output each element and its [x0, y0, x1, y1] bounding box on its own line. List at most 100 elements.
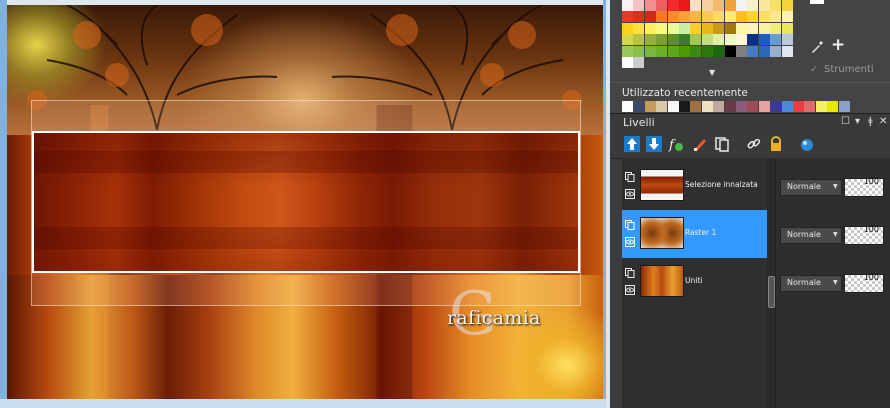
palette-swatch[interactable] — [770, 0, 782, 11]
layer-row-uniti[interactable]: Uniti — [622, 258, 768, 306]
palette-swatch[interactable] — [724, 45, 736, 57]
palette-swatch[interactable] — [690, 45, 702, 57]
palette-swatch[interactable] — [644, 45, 656, 57]
palette-swatch[interactable] — [701, 22, 713, 34]
maximize-icon[interactable]: ☐ — [841, 116, 850, 128]
palette-swatch[interactable] — [724, 34, 736, 46]
palette-swatch[interactable] — [679, 0, 690, 11]
palette-swatch[interactable] — [622, 0, 633, 11]
recent-color-swatch[interactable] — [701, 101, 713, 112]
palette-swatch[interactable] — [667, 11, 679, 23]
palette-swatch[interactable] — [781, 34, 793, 46]
effects-layer-icon[interactable]: f — [668, 136, 684, 152]
palette-swatch[interactable] — [758, 34, 770, 46]
recent-color-swatch[interactable] — [667, 101, 679, 112]
palette-swatch[interactable] — [724, 11, 736, 23]
palette-swatch[interactable] — [644, 11, 656, 23]
palette-swatch[interactable] — [747, 22, 759, 34]
palette-swatch[interactable] — [644, 22, 656, 34]
palette-swatch[interactable] — [656, 45, 668, 57]
layer-row-selezione-innalzata[interactable]: Selezione innalzata — [622, 162, 768, 210]
opacity-field[interactable]: 100 — [844, 177, 884, 197]
lock-icon[interactable] — [768, 136, 784, 152]
eyedropper-icon[interactable] — [810, 40, 824, 54]
palette-swatch[interactable] — [690, 34, 702, 46]
recent-color-swatch[interactable] — [758, 101, 770, 112]
palette-swatch[interactable] — [633, 11, 645, 23]
eye-icon[interactable] — [625, 189, 635, 199]
blend-mode-dropdown[interactable]: ▼ — [832, 227, 842, 244]
palette-swatch[interactable] — [633, 57, 645, 68]
recent-color-swatch[interactable] — [679, 101, 690, 112]
palette-swatch[interactable] — [690, 11, 702, 23]
palette-swatch[interactable] — [667, 45, 679, 57]
palette-swatch[interactable] — [736, 45, 747, 57]
palette-swatch[interactable] — [736, 11, 747, 23]
palette-swatch[interactable] — [724, 22, 736, 34]
image-canvas[interactable]: G raficamia — [7, 5, 603, 399]
palette-swatch[interactable] — [656, 0, 668, 11]
palette-swatch[interactable] — [713, 34, 725, 46]
palette-swatch[interactable] — [622, 11, 633, 23]
add-swatch-icon[interactable]: + — [831, 37, 845, 54]
palette-swatch[interactable] — [736, 22, 747, 34]
recent-color-swatch[interactable] — [622, 101, 633, 112]
palette-swatch[interactable] — [656, 22, 668, 34]
recent-color-swatch[interactable] — [781, 101, 793, 112]
palette-swatch[interactable] — [736, 34, 747, 46]
palette-swatch[interactable] — [622, 45, 633, 57]
palette-swatch[interactable] — [701, 45, 713, 57]
blend-mode-select[interactable]: Normale — [780, 275, 834, 292]
palette-swatch[interactable] — [713, 0, 725, 11]
palette-swatch[interactable] — [679, 11, 690, 23]
palette-swatch[interactable] — [724, 0, 736, 11]
palette-swatch[interactable] — [747, 11, 759, 23]
palette-swatch[interactable] — [781, 0, 793, 11]
palette-swatch[interactable] — [644, 0, 656, 11]
palette-swatch[interactable] — [770, 22, 782, 34]
palette-swatch[interactable] — [679, 22, 690, 34]
palette-swatch[interactable] — [713, 22, 725, 34]
palette-swatch[interactable] — [747, 0, 759, 11]
palette-swatch[interactable] — [644, 34, 656, 46]
palette-swatch[interactable] — [781, 11, 793, 23]
mask-brush-icon[interactable] — [692, 136, 708, 152]
panel-menu-icon[interactable]: ▾ — [855, 116, 860, 128]
palette-swatch[interactable] — [781, 22, 793, 34]
layer-properties-icon[interactable] — [799, 136, 815, 152]
palette-swatch[interactable] — [770, 11, 782, 23]
palette-swatch[interactable] — [656, 11, 668, 23]
recent-color-swatch[interactable] — [838, 101, 850, 112]
palette-swatch[interactable] — [713, 11, 725, 23]
recent-color-swatch[interactable] — [690, 101, 702, 112]
palette-swatch[interactable] — [758, 11, 770, 23]
recent-color-swatch[interactable] — [656, 101, 668, 112]
close-icon[interactable]: ✕ — [879, 116, 887, 128]
palette-swatch[interactable] — [622, 57, 633, 68]
palette-swatch[interactable] — [701, 34, 713, 46]
strumenti-checkbox[interactable]: ✓ — [810, 64, 821, 75]
palette-swatch[interactable] — [701, 11, 713, 23]
palette-swatch[interactable] — [667, 34, 679, 46]
palette-swatch[interactable] — [633, 34, 645, 46]
palette-swatch[interactable] — [736, 0, 747, 11]
link-layers-icon[interactable] — [746, 136, 762, 152]
palette-swatch[interactable] — [713, 45, 725, 57]
new-raster-layer-icon[interactable] — [624, 136, 640, 152]
recent-color-swatch[interactable] — [793, 101, 804, 112]
palette-swatch[interactable] — [690, 22, 702, 34]
blend-mode-select[interactable]: Normale — [780, 179, 834, 196]
opacity-field[interactable]: 100 — [844, 225, 884, 245]
layer-row-raster-1[interactable]: Raster 1 — [622, 210, 768, 258]
foreground-color-swatch[interactable] — [810, 0, 824, 4]
eye-icon[interactable] — [625, 237, 635, 247]
recent-color-swatch[interactable] — [804, 101, 816, 112]
palette-swatch[interactable] — [622, 34, 633, 46]
palette-dropdown-icon[interactable]: ▼ — [709, 68, 715, 77]
palette-swatch[interactable] — [758, 45, 770, 57]
palette-swatch[interactable] — [622, 22, 633, 34]
new-vector-layer-icon[interactable] — [646, 136, 662, 152]
blend-mode-select[interactable]: Normale — [780, 227, 834, 244]
palette-swatch[interactable] — [667, 22, 679, 34]
blend-mode-dropdown[interactable]: ▼ — [832, 275, 842, 292]
